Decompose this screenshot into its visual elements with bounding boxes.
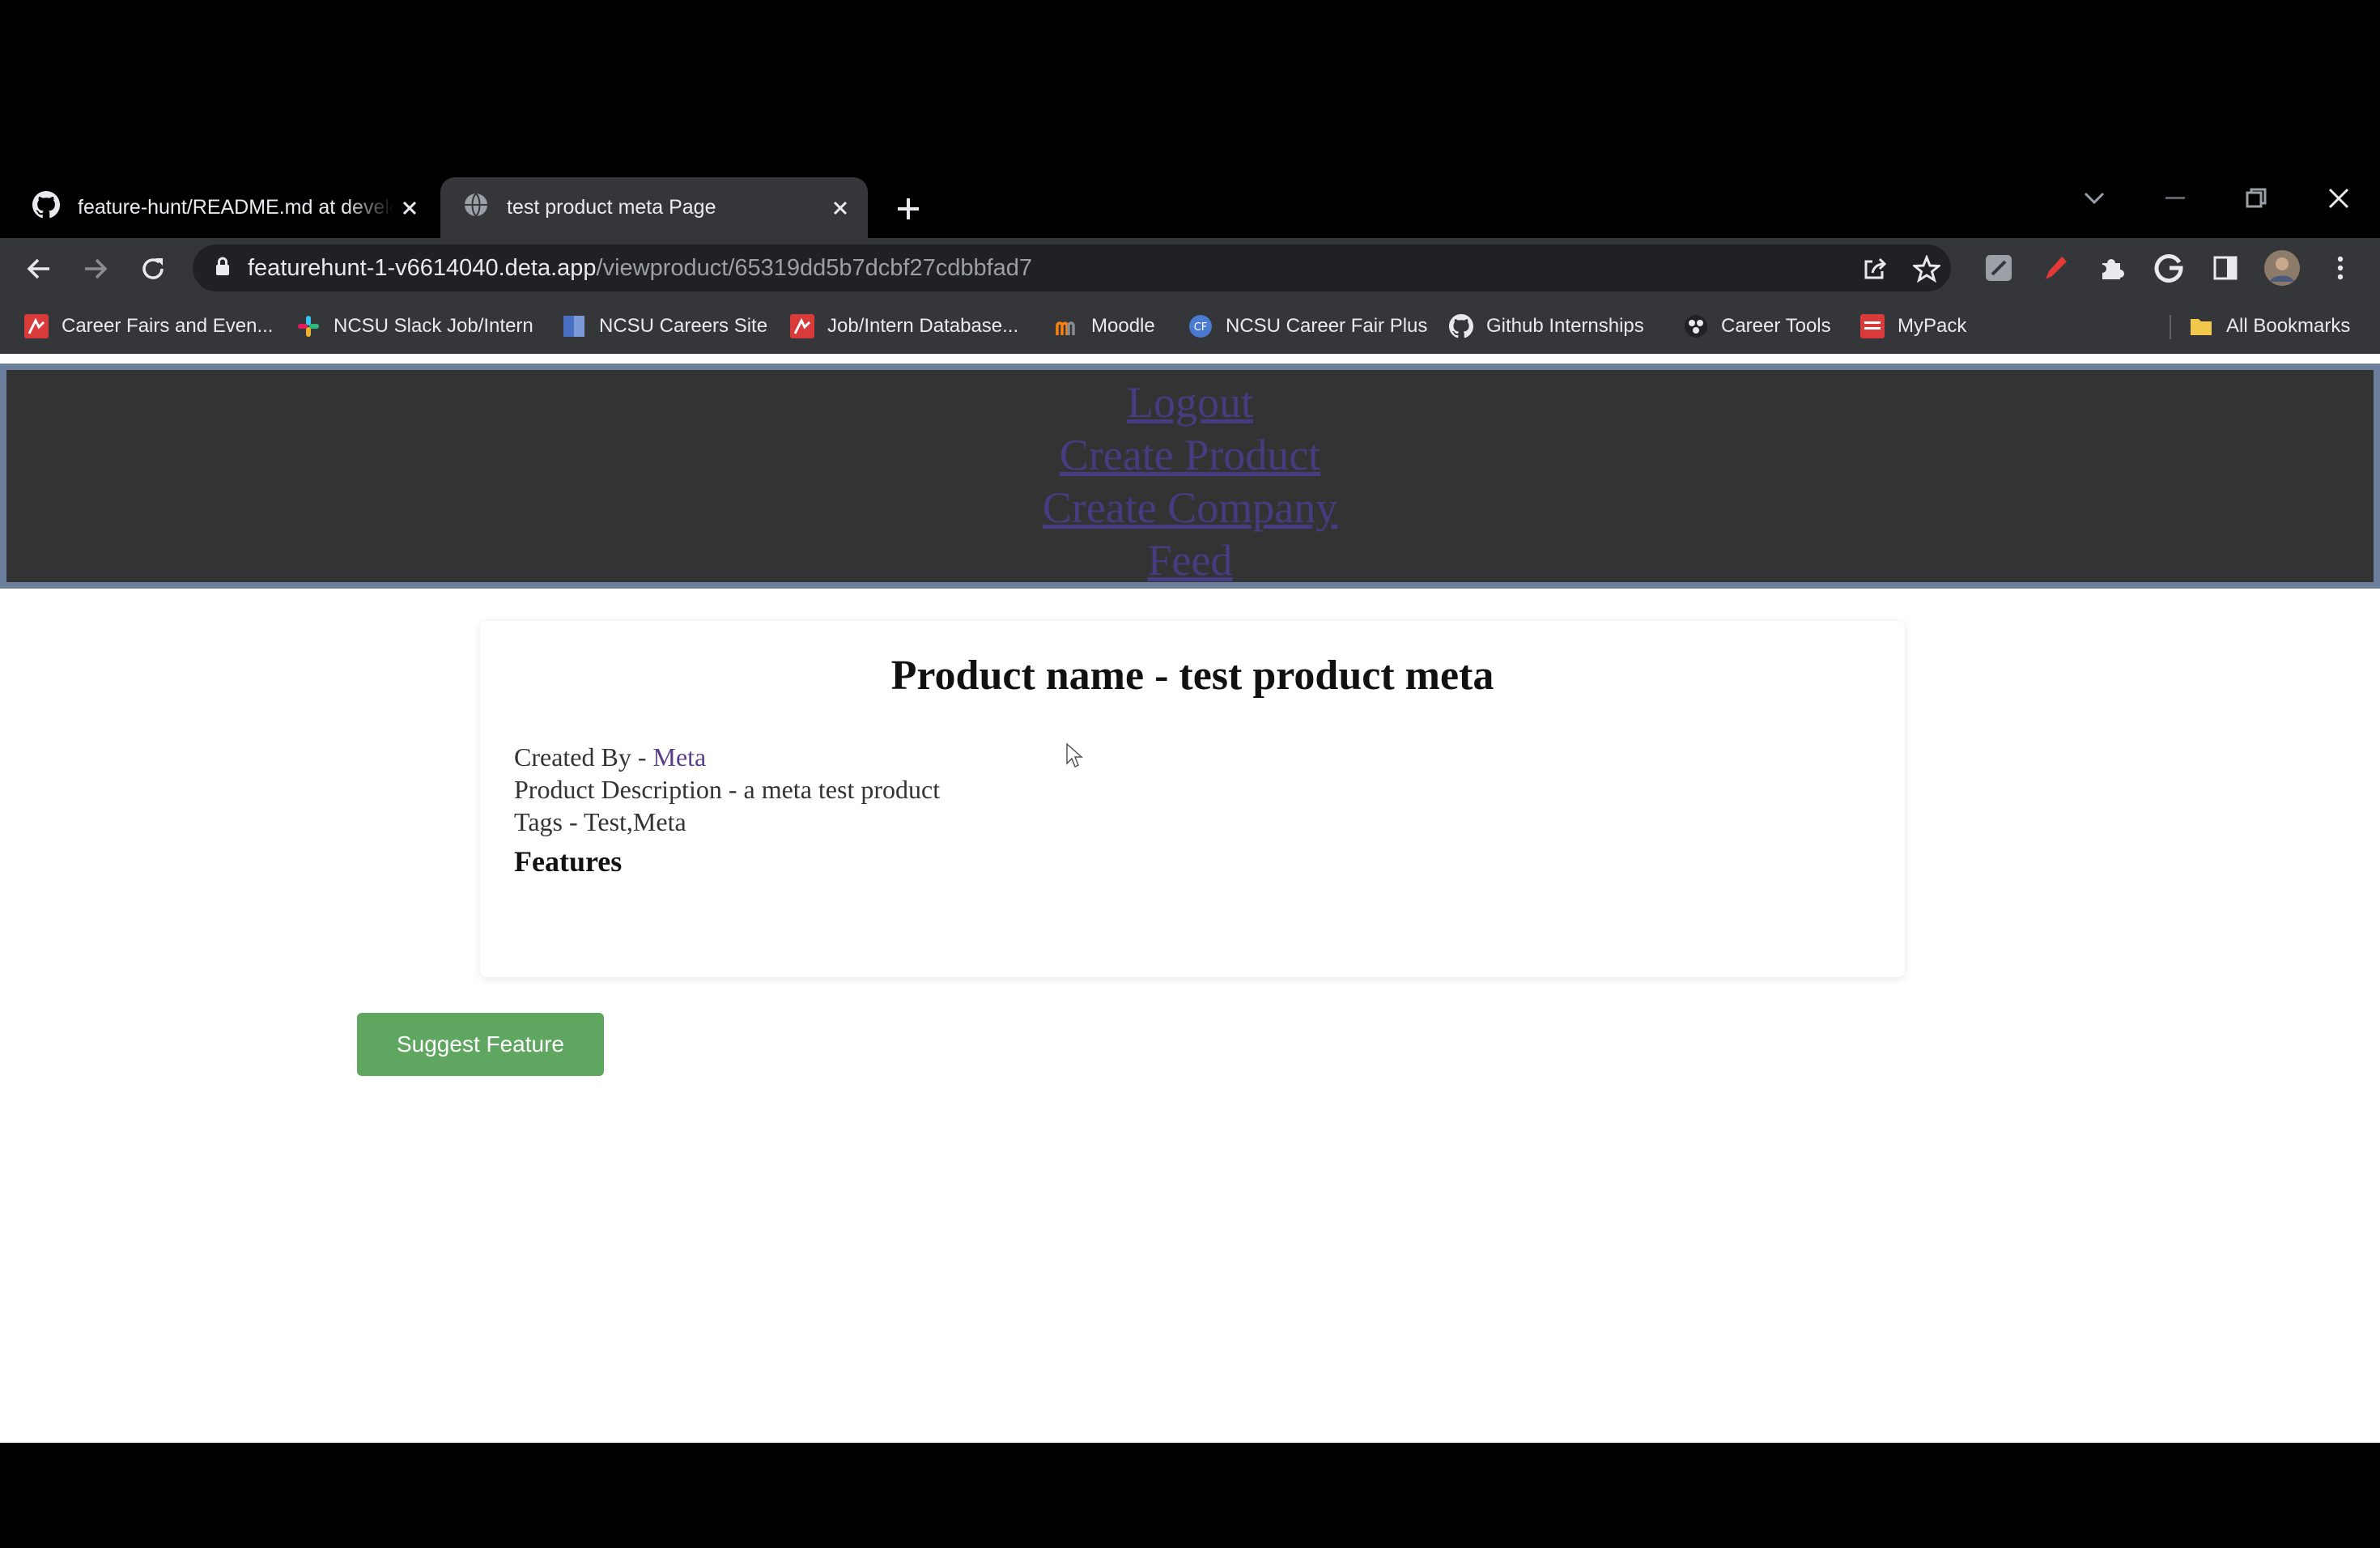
bookmark-label: Job/Intern Database...	[827, 315, 1019, 337]
bookmark-label: NCSU Career Fair Plus	[1226, 315, 1428, 337]
address-bar[interactable]: featurehunt-1-v6614040.deta.app/viewprod…	[193, 245, 1951, 291]
browser-menu-icon[interactable]	[2322, 249, 2359, 287]
all-bookmarks-button[interactable]: All Bookmarks	[2189, 310, 2350, 342]
back-button[interactable]	[18, 248, 60, 290]
bookmark-github-internships[interactable]: Github Internships	[1449, 310, 1644, 342]
new-tab-button[interactable]	[890, 191, 926, 227]
features-heading: Features	[514, 845, 623, 878]
product-title: Product name - test product meta	[890, 653, 1494, 699]
url-text: featurehunt-1-v6614040.deta.app/viewprod…	[248, 255, 1032, 282]
product-description: Product Description - a meta test produc…	[514, 775, 941, 804]
github-icon	[32, 191, 60, 224]
profile-avatar[interactable]	[2263, 249, 2301, 287]
bookmark-label: Moodle	[1091, 315, 1155, 337]
feed-link[interactable]: Feed	[6, 534, 2374, 587]
url-path: /viewproduct/65319dd5b7dcbf27cdbbfad7	[596, 254, 1033, 281]
bookmark-career-tools[interactable]: Career Tools	[1684, 310, 1831, 342]
create-company-link[interactable]: Create Company	[6, 482, 2374, 534]
web-page: Logout Create Product Create Company Fee…	[0, 354, 2380, 1443]
handshake-icon	[24, 314, 49, 338]
close-window-icon[interactable]	[2310, 177, 2367, 219]
bookmark-label: NCSU Careers Site	[599, 315, 768, 337]
lock-icon	[215, 257, 230, 280]
all-bookmarks-label: All Bookmarks	[2226, 315, 2351, 337]
reload-button[interactable]	[132, 248, 174, 290]
grammarly-g-icon[interactable]	[2150, 249, 2187, 287]
bookmark-ncsu-careers[interactable]: NCSU Careers Site	[562, 310, 767, 342]
tab-search-icon[interactable]	[2066, 177, 2123, 219]
bookmark-ncsu-slack[interactable]: NCSU Slack Job/Intern	[296, 310, 533, 342]
bookmark-career-fairs[interactable]: Career Fairs and Even...	[24, 310, 273, 342]
url-domain: featurehunt-1-v6614040.deta.app	[248, 254, 597, 281]
bookmark-label: MyPack	[1898, 315, 1967, 337]
created-by-label: Created By -	[514, 742, 653, 772]
bookmark-mypack[interactable]: MyPack	[1860, 310, 1966, 342]
browser-toolbar: featurehunt-1-v6614040.deta.app/viewprod…	[0, 238, 2380, 299]
page-icon	[562, 314, 586, 338]
creator-link[interactable]: Meta	[653, 742, 707, 772]
bookmarks-bar: Career Fairs and Even... NCSU Slack Job/…	[0, 299, 2380, 355]
product-meta: Created By - Meta Product Description - …	[514, 741, 940, 838]
product-tags: Tags - Test,Meta	[514, 807, 686, 836]
mypack-icon	[1860, 314, 1885, 338]
globe-icon	[463, 192, 489, 223]
bookmark-label: Github Internships	[1486, 315, 1644, 337]
tools-icon	[1684, 314, 1708, 338]
bookmark-star-icon[interactable]	[1910, 253, 1943, 285]
bookmark-label: NCSU Slack Job/Intern	[334, 315, 533, 337]
suggest-feature-button[interactable]: Suggest Feature	[357, 1013, 604, 1076]
minimize-icon[interactable]	[2147, 177, 2204, 219]
extension-icon[interactable]	[1980, 249, 2017, 287]
tab-title: feature-hunt/README.md at develo	[78, 196, 393, 219]
bookmark-career-fair-plus[interactable]: CF NCSU Career Fair Plus	[1188, 310, 1427, 342]
cf-icon: CF	[1188, 314, 1213, 338]
svg-text:CF: CF	[1194, 321, 1208, 334]
share-icon[interactable]	[1859, 253, 1891, 285]
bookmark-job-intern-database[interactable]: Job/Intern Database...	[790, 310, 1018, 342]
restore-icon[interactable]	[2228, 177, 2284, 219]
tab-test-product[interactable]: test product meta Page	[440, 177, 868, 238]
product-card: Product name - test product meta Created…	[480, 621, 1905, 977]
logout-link[interactable]: Logout	[6, 376, 2374, 429]
forward-button[interactable]	[74, 248, 117, 290]
bookmark-label: Career Fairs and Even...	[62, 315, 274, 337]
tab-strip: feature-hunt/README.md at develo test pr…	[0, 177, 2380, 238]
pen-extension-icon[interactable]	[2037, 249, 2074, 287]
moodle-icon	[1054, 314, 1078, 338]
bookmark-label: Career Tools	[1721, 315, 1831, 337]
bookmark-moodle[interactable]: Moodle	[1054, 310, 1155, 342]
close-tab-icon[interactable]	[393, 192, 426, 224]
github-icon	[1449, 314, 1473, 338]
puzzle-extensions-icon[interactable]	[2093, 249, 2131, 287]
tab-title: test product meta Page	[507, 196, 716, 219]
bookmarks-separator	[2170, 315, 2171, 339]
screen-recording-frame: feature-hunt/README.md at develo test pr…	[0, 0, 2380, 1548]
tab-readme[interactable]: feature-hunt/README.md at develo	[0, 177, 437, 238]
folder-icon	[2189, 314, 2213, 338]
slack-icon	[296, 314, 321, 338]
close-tab-icon[interactable]	[824, 192, 856, 224]
handshake-icon	[790, 314, 814, 338]
site-nav: Logout Create Product Create Company Fee…	[0, 364, 2380, 589]
created-by-line: Created By - Meta	[514, 741, 940, 773]
create-product-link[interactable]: Create Product	[6, 429, 2374, 482]
mouse-cursor-icon	[1065, 742, 1083, 772]
side-panel-icon[interactable]	[2207, 249, 2244, 287]
